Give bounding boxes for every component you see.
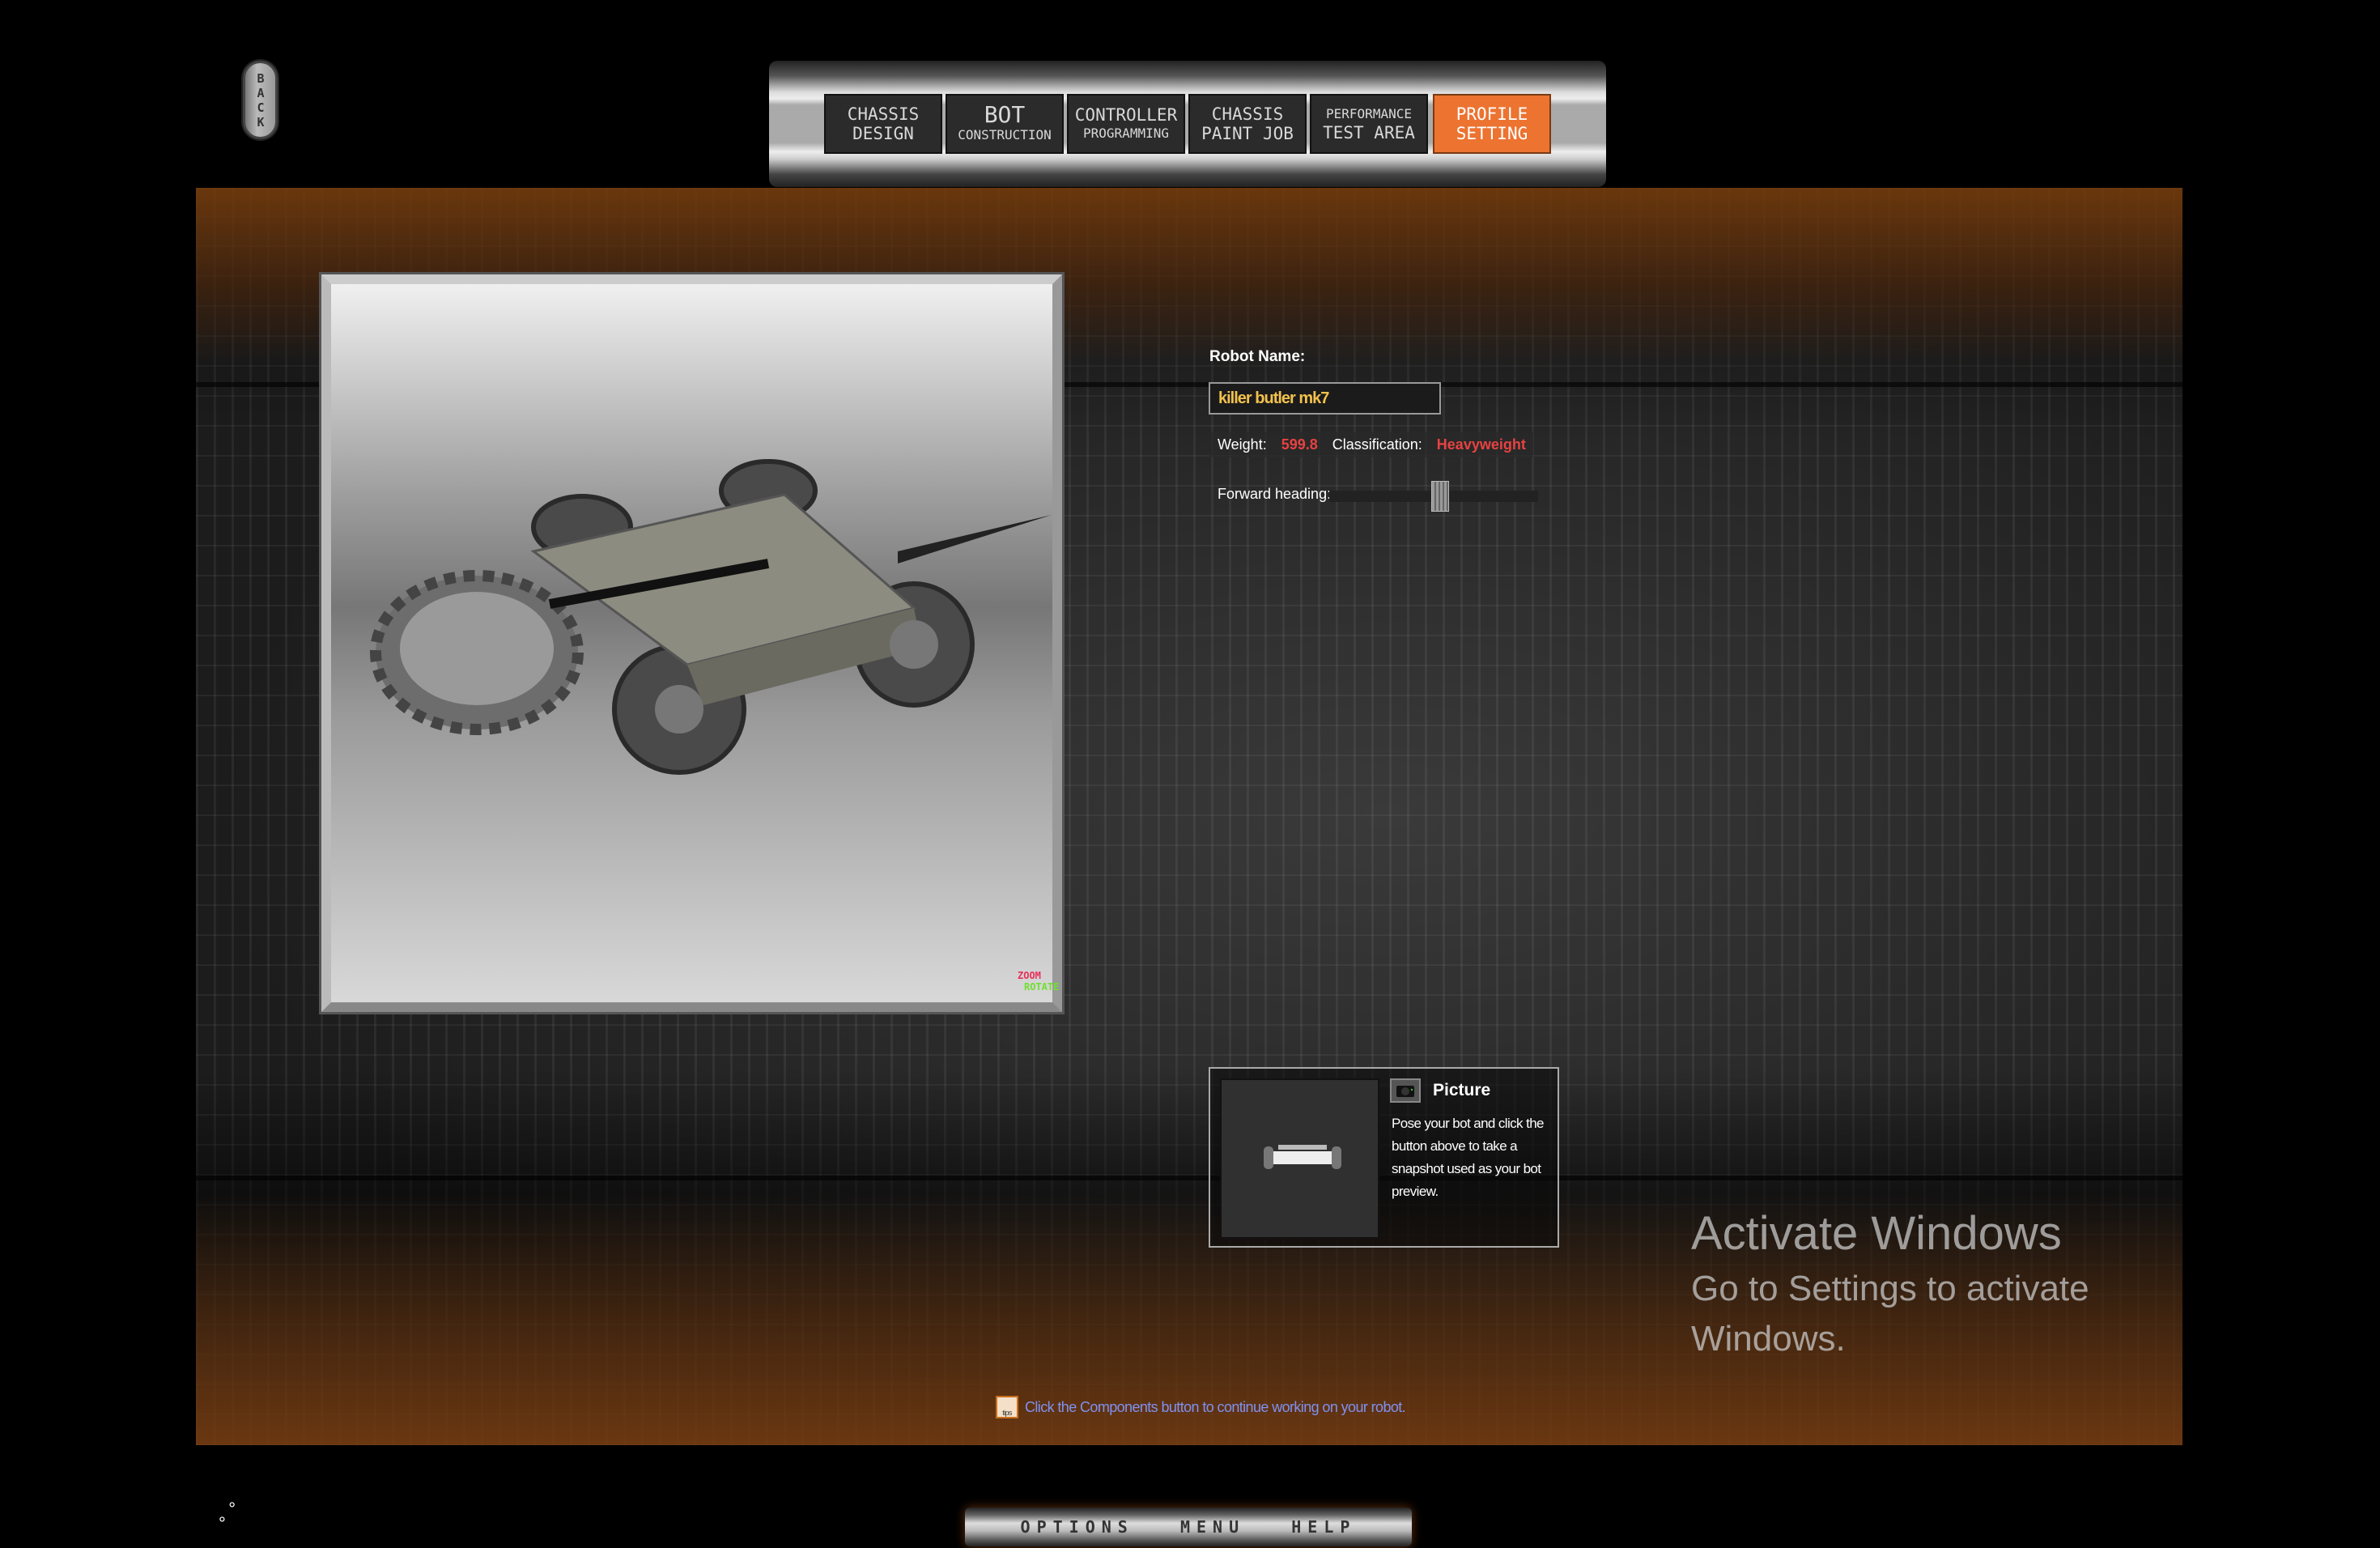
picture-panel: Picture Pose your bot and click the butt…: [1209, 1067, 1559, 1248]
tab-performance-test-area[interactable]: PERFORMANCE TEST AREA: [1310, 94, 1428, 154]
loading-dots-icon: ° °: [219, 1499, 236, 1533]
options-button[interactable]: OPTIONS: [1021, 1517, 1134, 1537]
camera-snapshot-button[interactable]: [1390, 1078, 1421, 1103]
robot-name-input[interactable]: [1209, 382, 1441, 415]
tab-label: PERFORMANCE: [1326, 106, 1412, 121]
robot-name-label: Robot Name:: [1209, 348, 1306, 365]
robot-3d-viewport[interactable]: [321, 274, 1062, 1012]
robot-stats: Weight: 599.8 Classification: Heavyweigh…: [1209, 432, 1533, 457]
tab-chassis-design[interactable]: CHASSIS DESIGN: [824, 94, 942, 154]
top-navigation: CHASSIS DESIGN BOT CONSTRUCTION CONTROLLER…: [769, 61, 1606, 187]
tab-sublabel: TEST AREA: [1323, 123, 1415, 142]
classification-value: Heavyweight: [1436, 436, 1526, 453]
tab-label: BOT: [984, 101, 1026, 128]
tab-bot-construction[interactable]: BOT CONSTRUCTION: [946, 94, 1064, 154]
robot-model: [370, 459, 1052, 775]
tab-label: PROFILE: [1456, 104, 1528, 124]
help-button[interactable]: HELP: [1291, 1517, 1356, 1537]
tab-sublabel: CONSTRUCTION: [958, 127, 1052, 142]
activate-windows-watermark: Activate Windows Go to Settings to activ…: [1691, 1206, 2112, 1364]
camera-icon: [1396, 1086, 1414, 1097]
legend-zoom: ZOOM: [1018, 970, 1041, 981]
tip-icon-text: tips: [1002, 1409, 1012, 1417]
tab-chassis-paint-job[interactable]: CHASSIS PAINT JOB: [1188, 94, 1307, 154]
tip-text: Click the Components button to continue …: [1025, 1398, 1406, 1415]
tab-sublabel: PROGRAMMING: [1083, 125, 1169, 141]
tab-controller-programming[interactable]: CONTROLLER PROGRAMMING: [1067, 94, 1185, 154]
tab-label: CHASSIS: [1211, 104, 1284, 124]
tab-sublabel: SETTING: [1456, 124, 1528, 143]
tab-label: CONTROLLER: [1074, 105, 1178, 125]
forward-heading-label: Forward heading:: [1218, 486, 1332, 502]
tab-sublabel: DESIGN: [852, 124, 914, 143]
saw-blade: [370, 570, 584, 735]
tip-bar: tips Click the Components button to cont…: [996, 1396, 1406, 1418]
tab-sublabel: PAINT JOB: [1201, 124, 1294, 143]
watermark-title: Activate Windows: [1691, 1207, 2062, 1260]
watermark-subtitle: Go to Settings to activate Windows.: [1691, 1269, 2089, 1359]
classification-label: Classification:: [1332, 436, 1422, 453]
weight-label: Weight:: [1218, 436, 1267, 453]
picture-title: Picture: [1433, 1081, 1491, 1099]
picture-description: Pose your bot and click the button above…: [1392, 1116, 1545, 1199]
tip-lightbulb-icon: tips: [996, 1396, 1018, 1418]
tab-profile-setting[interactable]: PROFILE SETTING: [1433, 94, 1551, 154]
bot-preview-image: [1220, 1078, 1379, 1239]
tab-label: CHASSIS: [847, 104, 920, 124]
back-label: BACK: [253, 70, 268, 130]
mouse-legend: ZOOM ROTATE: [1005, 970, 1059, 993]
weight-value: 599.8: [1281, 436, 1318, 453]
forward-heading-slider-thumb[interactable]: [1431, 481, 1449, 512]
legend-rotate: ROTATE: [1024, 981, 1060, 993]
back-button[interactable]: BACK: [243, 61, 278, 139]
bottom-menu-bar: OPTIONS MENU HELP: [965, 1508, 1412, 1546]
menu-button[interactable]: MENU: [1180, 1517, 1245, 1537]
spike: [898, 515, 1052, 563]
